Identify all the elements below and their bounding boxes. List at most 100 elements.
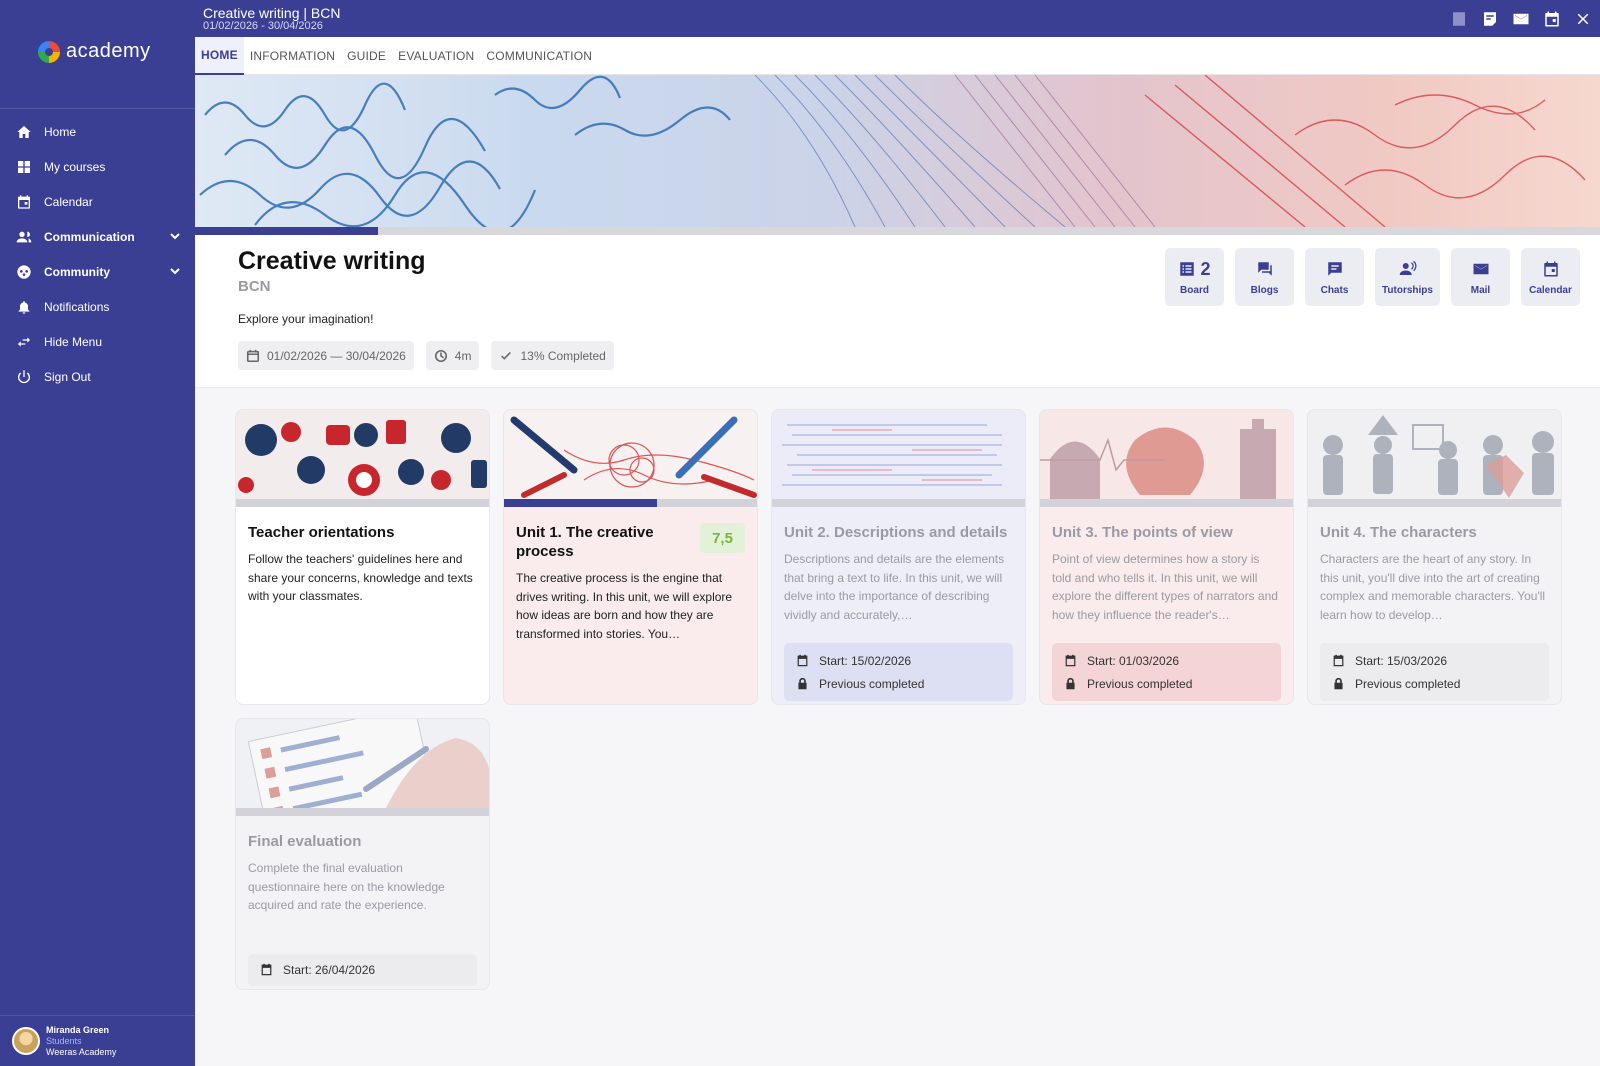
- tab-evaluation[interactable]: EVALUATION: [392, 37, 480, 75]
- calendar-icon: [261, 963, 272, 976]
- tutorships-button[interactable]: Tutorships: [1375, 248, 1440, 306]
- board-button[interactable]: 2 Board: [1165, 248, 1224, 306]
- chevron-down-icon[interactable]: [169, 265, 181, 277]
- start-date: Start: 15/03/2026: [1355, 653, 1448, 668]
- grid-icon: [16, 159, 32, 175]
- power-icon: [16, 369, 32, 385]
- calendar-icon[interactable]: [1542, 9, 1561, 28]
- card-progress-bar: [236, 499, 489, 507]
- unit-info-box: Start: 15/03/2026 Previous completed: [1320, 643, 1549, 701]
- blogs-label: Blogs: [1250, 285, 1279, 296]
- close-icon[interactable]: [1573, 9, 1592, 28]
- tab-information[interactable]: INFORMATION: [244, 37, 341, 75]
- user-name: Miranda Green: [46, 1024, 110, 1035]
- sidebar-item-hide-menu[interactable]: Hide Menu: [0, 324, 195, 359]
- date-range-chip: 01/02/2026 — 30/04/2026: [238, 341, 414, 370]
- unit-card-teacher-orientations[interactable]: Teacher orientations Follow the teachers…: [235, 409, 490, 705]
- course-meta: 01/02/2026 — 30/04/2026 4m 13% Completed: [238, 341, 614, 370]
- unit-card-unit-2[interactable]: Unit 2. Descriptions and details Descrip…: [771, 409, 1026, 705]
- card-progress-fill: [504, 499, 657, 507]
- chats-label: Chats: [1320, 285, 1349, 296]
- unit-info-box: Start: 26/04/2026: [248, 954, 477, 986]
- top-icon-group: [1449, 9, 1592, 28]
- sidebar-item-label: Calendar: [44, 194, 93, 209]
- sidebar-item-community[interactable]: Community: [0, 254, 195, 289]
- sidebar-item-label: My courses: [44, 159, 106, 174]
- top-bar: Creative writing | BCN 01/02/2026 - 30/0…: [195, 0, 1600, 37]
- lock-status-row: Previous completed: [1332, 672, 1537, 695]
- user-info: Miranda Green Students Weeras Academy: [46, 1025, 116, 1058]
- app-name: academy: [66, 40, 151, 62]
- start-date: Start: 26/04/2026: [283, 962, 376, 977]
- mail-icon: [1473, 263, 1488, 275]
- unit-info-box: Start: 01/03/2026 Previous completed: [1052, 643, 1281, 701]
- tab-guide[interactable]: GUIDE: [341, 37, 392, 75]
- sidebar: academy Home My courses Calendar Communi…: [0, 0, 195, 1066]
- sidebar-divider: [0, 108, 195, 109]
- mail-button[interactable]: Mail: [1451, 248, 1510, 306]
- card-progress-bar: [504, 499, 757, 507]
- card-description: Characters are the heart of any story. I…: [1320, 552, 1546, 622]
- chevron-down-icon[interactable]: [169, 230, 181, 242]
- blogs-button[interactable]: Blogs: [1235, 248, 1294, 306]
- sidebar-item-calendar[interactable]: Calendar: [0, 184, 195, 219]
- app-logo[interactable]: academy: [38, 40, 151, 63]
- board-count: 2: [1200, 258, 1211, 279]
- sidebar-item-home[interactable]: Home: [0, 114, 195, 149]
- community-icon: [16, 264, 32, 280]
- card-title: Unit 1. The creative process: [516, 524, 654, 560]
- user-profile[interactable]: Miranda Green Students Weeras Academy: [0, 1015, 195, 1066]
- user-role: Students: [46, 1035, 82, 1046]
- card-image: [236, 410, 489, 499]
- window-title: Creative writing | BCN: [203, 5, 341, 21]
- calendar-icon: [1065, 654, 1076, 667]
- chat-icon: [1327, 262, 1342, 276]
- course-title: Creative writing: [238, 247, 426, 275]
- sidebar-item-notifications[interactable]: Notifications: [0, 289, 195, 324]
- sidebar-item-label: Communication: [44, 229, 135, 244]
- unit-card-unit-3[interactable]: Unit 3. The points of view Point of view…: [1039, 409, 1294, 705]
- window-dates: 01/02/2026 - 30/04/2026: [203, 20, 323, 32]
- help-icon[interactable]: [1449, 9, 1468, 28]
- lock-icon: [1334, 677, 1343, 690]
- sidebar-item-label: Community: [44, 264, 110, 279]
- people-icon: [16, 229, 32, 245]
- sidebar-item-label: Notifications: [44, 299, 110, 314]
- card-description: Descriptions and details are the element…: [784, 552, 1005, 622]
- course-banner-image: [195, 75, 1600, 227]
- course-subtitle: BCN: [238, 278, 271, 295]
- unit-card-final-evaluation[interactable]: Final evaluation Complete the final eval…: [235, 718, 490, 990]
- sidebar-item-my-courses[interactable]: My courses: [0, 149, 195, 184]
- chats-button[interactable]: Chats: [1305, 248, 1364, 306]
- user-organization: Weeras Academy: [46, 1046, 117, 1057]
- course-tools: 2 Board Blogs Chats Tutorships Mail Cale…: [1165, 248, 1580, 306]
- unit-card-unit-4[interactable]: Unit 4. The characters Characters are th…: [1307, 409, 1562, 705]
- tab-communication[interactable]: COMMUNICATION: [480, 37, 598, 75]
- date-range-text: 01/02/2026 — 30/04/2026: [267, 348, 406, 363]
- calendar-button[interactable]: Calendar: [1521, 248, 1580, 306]
- mail-icon[interactable]: [1511, 9, 1530, 28]
- unit-card-unit-1[interactable]: Unit 1. The creative process The creativ…: [503, 409, 758, 705]
- completion-chip: 13% Completed: [491, 341, 614, 370]
- calendar-icon: [797, 654, 808, 667]
- course-tabs: HOME INFORMATION GUIDE EVALUATION COMMUN…: [195, 37, 1600, 75]
- card-progress-bar: [236, 808, 489, 816]
- start-date-row: Start: 15/03/2026: [1332, 649, 1537, 672]
- arrows-icon: [16, 334, 32, 350]
- avatar[interactable]: [12, 1027, 40, 1055]
- unit-info-box: Start: 15/02/2026 Previous completed: [784, 643, 1013, 701]
- calendar-icon: [246, 349, 260, 362]
- calendar-label: Calendar: [1529, 285, 1572, 296]
- mail-label: Mail: [1470, 285, 1491, 296]
- notes-icon[interactable]: [1480, 9, 1499, 28]
- sidebar-item-sign-out[interactable]: Sign Out: [0, 359, 195, 394]
- tab-home[interactable]: HOME: [195, 37, 244, 75]
- card-description: Point of view determines how a story is …: [1052, 552, 1278, 622]
- sidebar-item-label: Hide Menu: [44, 334, 103, 349]
- sidebar-item-communication[interactable]: Communication: [0, 219, 195, 254]
- lock-status: Previous completed: [819, 676, 925, 691]
- board-icon: [1180, 262, 1195, 276]
- start-date: Start: 15/02/2026: [819, 653, 912, 668]
- calendar-icon: [1543, 261, 1558, 277]
- clock-icon: [434, 349, 447, 362]
